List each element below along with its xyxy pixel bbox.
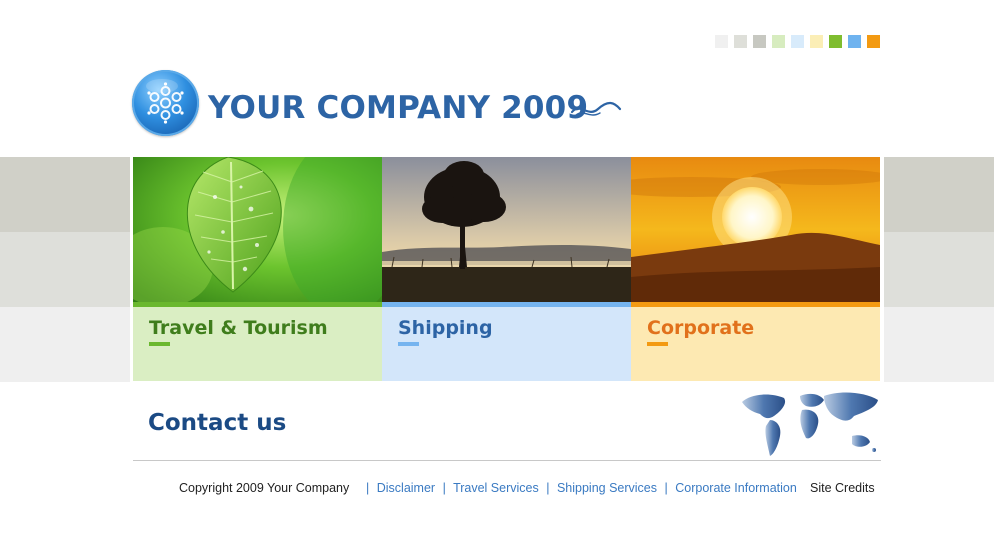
panel-label[interactable]: Corporate: [647, 317, 754, 339]
color-swatch[interactable]: [734, 35, 747, 48]
color-swatch[interactable]: [791, 35, 804, 48]
footer: Copyright 2009 Your Company | Disclaimer…: [0, 481, 994, 497]
footer-link-disclaimer[interactable]: Disclaimer: [377, 481, 435, 495]
color-swatch[interactable]: [867, 35, 880, 48]
panel-shipping[interactable]: Shipping: [382, 157, 631, 381]
tree-silhouette-photo[interactable]: [382, 157, 631, 302]
world-map-icon: [742, 392, 878, 456]
footer-separator: |: [664, 481, 668, 495]
flower-globe-icon[interactable]: [132, 70, 199, 136]
footer-separator: |: [442, 481, 446, 495]
decorative-swirl-icon: [570, 101, 622, 116]
copyright-text: Copyright 2009 Your Company: [179, 481, 350, 495]
color-swatch[interactable]: [772, 35, 785, 48]
panel-dash: [398, 342, 419, 346]
panel-dash: [647, 342, 668, 346]
service-panels: Travel & Tourism Shipping Corporate: [130, 157, 884, 382]
footer-separator: |: [366, 481, 370, 495]
color-swatch[interactable]: [829, 35, 842, 48]
color-swatch[interactable]: [810, 35, 823, 48]
company-title[interactable]: YOUR COMPANY 2009: [208, 90, 588, 126]
green-leaf-photo[interactable]: [133, 157, 382, 302]
footer-link-shipping-services[interactable]: Shipping Services: [557, 481, 657, 495]
contact-us-link[interactable]: Contact us: [148, 410, 286, 436]
panel-label[interactable]: Travel & Tourism: [149, 317, 328, 339]
panel-travel[interactable]: Travel & Tourism: [133, 157, 382, 381]
panel-label[interactable]: Shipping: [398, 317, 493, 339]
color-swatch[interactable]: [715, 35, 728, 48]
footer-link-travel-services[interactable]: Travel Services: [453, 481, 539, 495]
site-credits-link[interactable]: Site Credits: [810, 481, 875, 495]
panel-caption[interactable]: Shipping: [382, 307, 631, 381]
color-swatch[interactable]: [753, 35, 766, 48]
footer-links: | Disclaimer | Travel Services | Shippin…: [362, 481, 797, 495]
color-swatch[interactable]: [848, 35, 861, 48]
footer-separator: |: [546, 481, 550, 495]
panel-caption[interactable]: Travel & Tourism: [133, 307, 382, 381]
panel-caption[interactable]: Corporate: [631, 307, 880, 381]
sunset-photo[interactable]: [631, 157, 880, 302]
panel-corporate[interactable]: Corporate: [631, 157, 880, 381]
footer-link-corporate-information[interactable]: Corporate Information: [675, 481, 797, 495]
divider-line: [133, 460, 881, 461]
panel-dash: [149, 342, 170, 346]
